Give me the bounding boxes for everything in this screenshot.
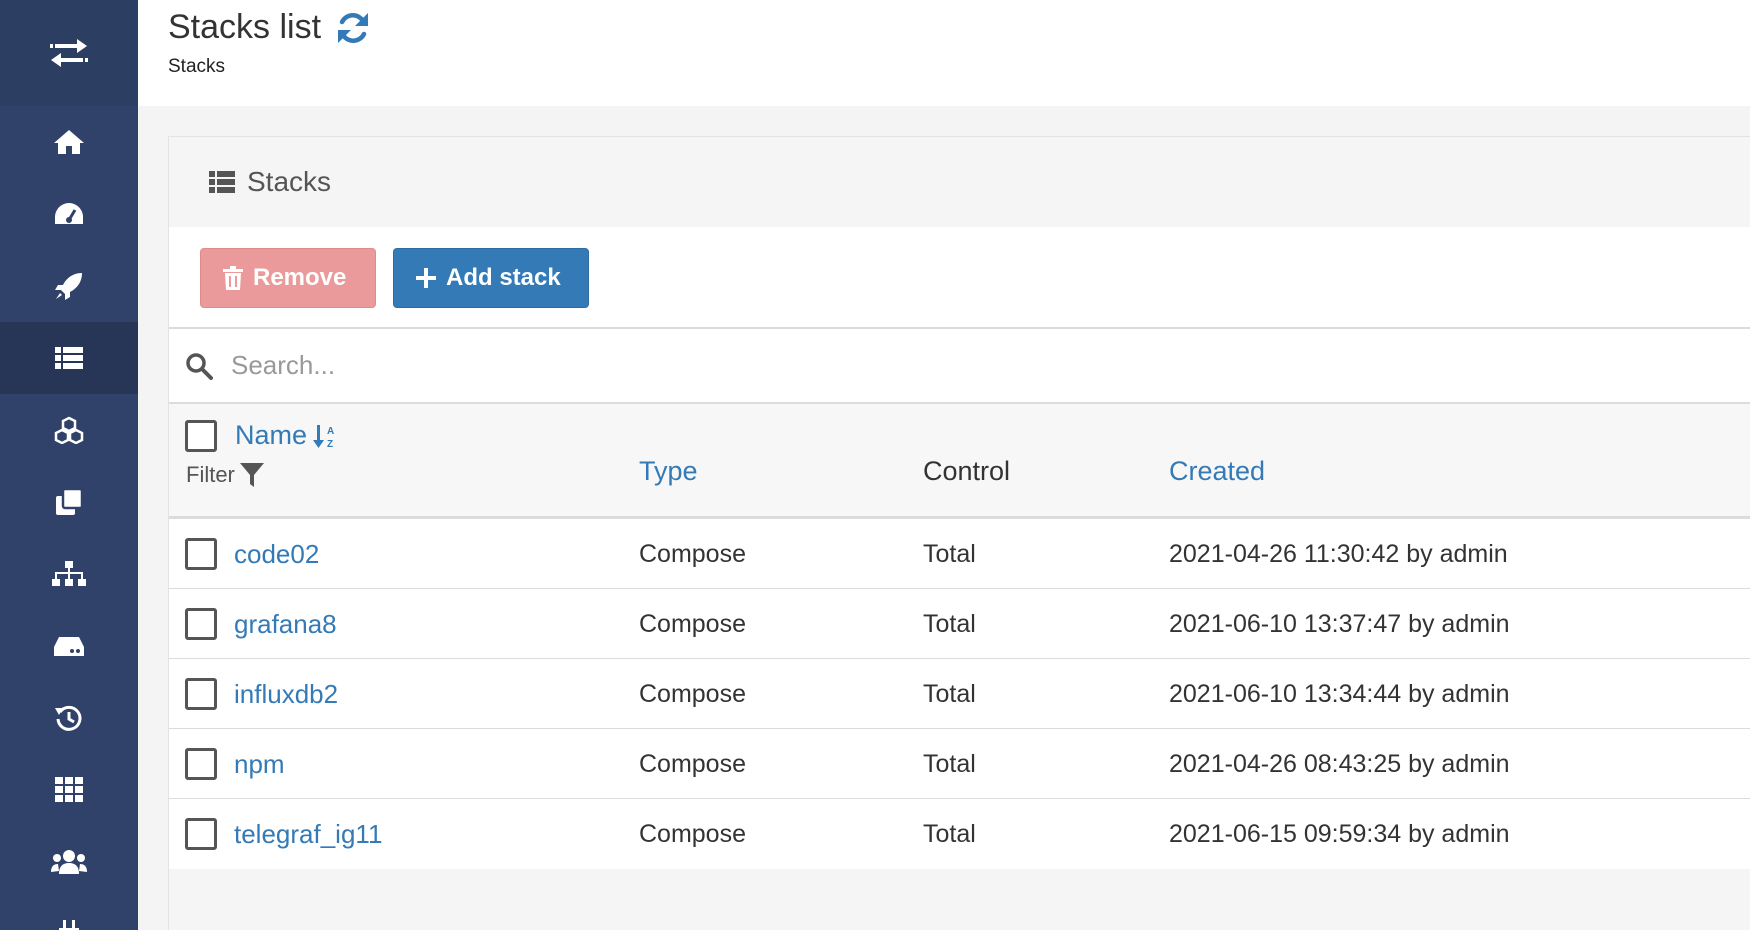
page-title: Stacks list bbox=[168, 8, 371, 47]
remove-button[interactable]: Remove bbox=[200, 248, 376, 308]
sidebar-item-networks[interactable] bbox=[0, 538, 138, 610]
stack-created: 2021-06-10 13:37:47 by admin bbox=[1169, 609, 1510, 638]
search-icon bbox=[186, 352, 213, 380]
page-title-text: Stacks list bbox=[168, 8, 322, 46]
sidebar-item-app-templates[interactable] bbox=[0, 250, 138, 322]
add-stack-button[interactable]: Add stack bbox=[393, 248, 589, 308]
list-icon bbox=[55, 347, 83, 369]
select-all-checkbox[interactable] bbox=[185, 420, 217, 452]
sitemap-icon bbox=[52, 561, 86, 586]
clone-icon bbox=[56, 488, 83, 515]
toolbar: Remove Add stack bbox=[169, 227, 1750, 329]
stack-type: Compose bbox=[639, 819, 746, 848]
column-header-created[interactable]: Created bbox=[1169, 456, 1265, 487]
remove-button-label: Remove bbox=[253, 264, 347, 291]
history-icon bbox=[55, 705, 82, 731]
hdd-icon bbox=[54, 637, 84, 656]
row-checkbox[interactable] bbox=[185, 608, 217, 640]
page-header: Stacks list Stacks bbox=[138, 0, 1750, 106]
sidebar-item-endpoints[interactable] bbox=[0, 898, 138, 930]
stack-name-link[interactable]: code02 bbox=[234, 519, 319, 589]
stack-control: Total bbox=[923, 749, 976, 778]
sidebar-item-containers[interactable] bbox=[0, 394, 138, 466]
sidebar-item-home[interactable] bbox=[0, 106, 138, 178]
sidebar bbox=[0, 0, 138, 930]
row-checkbox[interactable] bbox=[185, 538, 217, 570]
stack-name-link[interactable]: influxdb2 bbox=[234, 659, 338, 729]
search-bar bbox=[169, 329, 1750, 404]
trash-icon bbox=[223, 266, 243, 290]
sidebar-item-dashboard[interactable] bbox=[0, 178, 138, 250]
refresh-icon[interactable] bbox=[335, 10, 371, 46]
users-icon bbox=[51, 850, 87, 874]
table-body: code02 Compose Total 2021-04-26 11:30:42… bbox=[169, 519, 1750, 869]
cubes-icon bbox=[54, 416, 84, 444]
table-row: code02 Compose Total 2021-04-26 11:30:42… bbox=[169, 519, 1750, 589]
stack-type: Compose bbox=[639, 749, 746, 778]
sidebar-item-stacks[interactable] bbox=[0, 322, 138, 394]
plug-icon bbox=[59, 920, 79, 930]
row-checkbox[interactable] bbox=[185, 678, 217, 710]
list-icon bbox=[209, 171, 235, 193]
stack-type: Compose bbox=[639, 679, 746, 708]
table-header: Name AZ Filter Type Control Created bbox=[169, 404, 1750, 519]
stack-control: Total bbox=[923, 679, 976, 708]
add-stack-button-label: Add stack bbox=[446, 264, 561, 291]
th-icon bbox=[55, 777, 83, 802]
stack-name-link[interactable]: telegraf_ig11 bbox=[234, 799, 382, 869]
widget-title: Stacks bbox=[247, 166, 332, 197]
stacks-widget: Stacks Remove Add stack Name AZ Filter T… bbox=[168, 136, 1750, 930]
stack-name-link[interactable]: grafana8 bbox=[234, 589, 337, 659]
stack-name-link[interactable]: npm bbox=[234, 729, 285, 799]
stack-type: Compose bbox=[639, 539, 746, 568]
column-header-control: Control bbox=[923, 456, 1011, 486]
sidebar-toggle[interactable] bbox=[0, 0, 138, 106]
row-checkbox[interactable] bbox=[185, 748, 217, 780]
stack-control: Total bbox=[923, 609, 976, 638]
stack-type: Compose bbox=[639, 609, 746, 638]
column-header-type[interactable]: Type bbox=[639, 456, 698, 487]
stack-control: Total bbox=[923, 819, 976, 848]
table-row: npm Compose Total 2021-04-26 08:43:25 by… bbox=[169, 729, 1750, 799]
home-icon bbox=[54, 130, 84, 154]
sort-alpha-icon: AZ bbox=[313, 424, 334, 449]
table-row: telegraf_ig11 Compose Total 2021-06-15 0… bbox=[169, 799, 1750, 869]
dashboard-icon bbox=[55, 203, 83, 224]
plus-icon bbox=[416, 268, 436, 288]
name-filter[interactable]: Filter bbox=[186, 462, 265, 488]
stack-created: 2021-06-15 09:59:34 by admin bbox=[1169, 819, 1510, 848]
stack-created: 2021-04-26 11:30:42 by admin bbox=[1169, 539, 1508, 568]
sidebar-item-users[interactable] bbox=[0, 826, 138, 898]
widget-header: Stacks bbox=[169, 137, 1750, 227]
sidebar-item-volumes[interactable] bbox=[0, 610, 138, 682]
column-header-name-label: Name bbox=[235, 420, 308, 450]
sidebar-item-events[interactable] bbox=[0, 682, 138, 754]
sidebar-item-images[interactable] bbox=[0, 466, 138, 538]
swap-arrows-icon bbox=[50, 39, 88, 67]
row-checkbox[interactable] bbox=[185, 818, 217, 850]
svg-text:A: A bbox=[327, 426, 334, 437]
stack-control: Total bbox=[923, 539, 976, 568]
filter-label: Filter bbox=[186, 462, 235, 487]
sidebar-item-host[interactable] bbox=[0, 754, 138, 826]
table-row: grafana8 Compose Total 2021-06-10 13:37:… bbox=[169, 589, 1750, 659]
filter-icon bbox=[239, 463, 264, 487]
stack-created: 2021-06-10 13:34:44 by admin bbox=[1169, 679, 1510, 708]
rocket-icon bbox=[55, 273, 82, 300]
breadcrumb: Stacks bbox=[168, 56, 226, 77]
table-row: influxdb2 Compose Total 2021-06-10 13:34… bbox=[169, 659, 1750, 729]
search-input[interactable] bbox=[231, 350, 831, 381]
stack-created: 2021-04-26 08:43:25 by admin bbox=[1169, 749, 1510, 778]
svg-text:Z: Z bbox=[327, 439, 333, 449]
column-header-name[interactable]: Name AZ bbox=[235, 420, 339, 451]
